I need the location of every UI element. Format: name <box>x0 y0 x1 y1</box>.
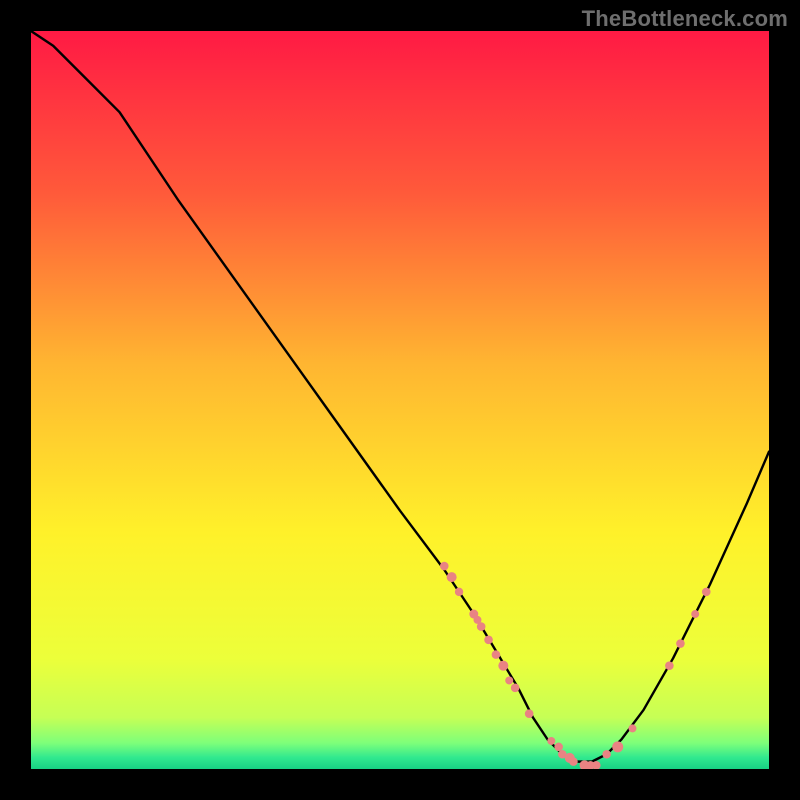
chart-container: TheBottleneck.com <box>0 0 800 800</box>
gradient-background <box>31 31 769 769</box>
data-marker <box>440 562 449 571</box>
data-marker <box>547 737 555 745</box>
data-marker <box>569 757 578 766</box>
plot-area <box>31 31 769 769</box>
data-marker <box>665 661 674 670</box>
data-marker <box>612 741 623 752</box>
data-marker <box>492 650 501 659</box>
data-marker <box>498 661 508 671</box>
data-marker <box>455 588 463 596</box>
data-marker <box>602 750 611 759</box>
data-marker <box>676 639 685 648</box>
data-marker <box>525 709 534 718</box>
data-marker <box>484 636 493 645</box>
data-marker <box>628 724 636 732</box>
data-marker <box>554 743 563 752</box>
data-marker <box>702 588 711 597</box>
data-marker <box>447 572 457 582</box>
watermark-label: TheBottleneck.com <box>582 6 788 32</box>
data-marker <box>505 676 513 684</box>
data-marker <box>691 610 699 618</box>
data-marker <box>477 622 486 631</box>
data-marker <box>511 684 520 693</box>
chart-svg <box>31 31 769 769</box>
